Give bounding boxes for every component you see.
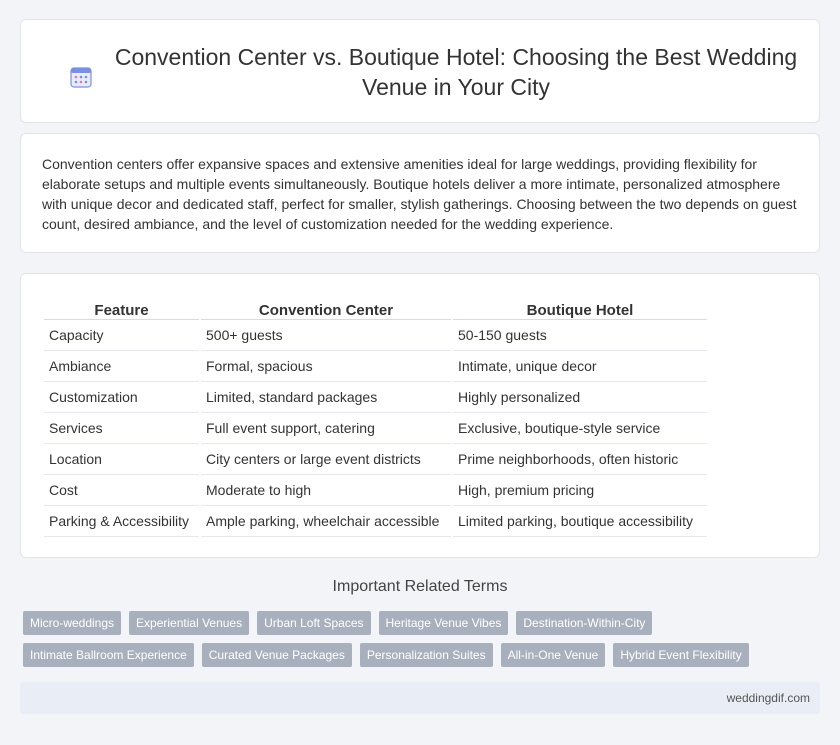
- calendar-icon: [70, 67, 92, 88]
- related-tags-row: Micro-weddings Experiential Venues Urban…: [23, 611, 823, 635]
- table-row: Customization Limited, standard packages…: [44, 382, 707, 413]
- boutique-cell: High, premium pricing: [453, 475, 707, 506]
- feature-cell: Capacity: [44, 320, 199, 351]
- intro-card: Convention centers offer expansive space…: [20, 133, 820, 253]
- tag-hybrid-event-flexibility[interactable]: Hybrid Event Flexibility: [613, 643, 749, 667]
- boutique-cell: Prime neighborhoods, often historic: [453, 444, 707, 475]
- boutique-cell: Exclusive, boutique-style service: [453, 413, 707, 444]
- header-feature: Feature: [44, 296, 199, 320]
- footer-site-link[interactable]: weddingdif.com: [727, 691, 810, 705]
- table-header-row: Feature Convention Center Boutique Hotel: [44, 296, 707, 320]
- comparison-card: Feature Convention Center Boutique Hotel…: [20, 273, 820, 558]
- comparison-table: Feature Convention Center Boutique Hotel…: [42, 296, 709, 537]
- feature-cell: Ambiance: [44, 351, 199, 382]
- tag-all-in-one-venue[interactable]: All-in-One Venue: [500, 643, 606, 667]
- table-row: Location City centers or large event dis…: [44, 444, 707, 475]
- tag-curated-venue-packages[interactable]: Curated Venue Packages: [201, 643, 352, 667]
- convention-cell: 500+ guests: [201, 320, 451, 351]
- convention-cell: Ample parking, wheelchair accessible: [201, 506, 451, 537]
- convention-cell: Formal, spacious: [201, 351, 451, 382]
- convention-cell: Limited, standard packages: [201, 382, 451, 413]
- boutique-cell: Highly personalized: [453, 382, 707, 413]
- table-row: Cost Moderate to high High, premium pric…: [44, 475, 707, 506]
- table-row: Ambiance Formal, spacious Intimate, uniq…: [44, 351, 707, 382]
- tag-intimate-ballroom-experience[interactable]: Intimate Ballroom Experience: [23, 643, 194, 667]
- feature-cell: Parking & Accessibility: [44, 506, 199, 537]
- tag-experiential-venues[interactable]: Experiential Venues: [129, 611, 250, 635]
- header-boutique-hotel: Boutique Hotel: [453, 296, 707, 320]
- feature-cell: Services: [44, 413, 199, 444]
- boutique-cell: Limited parking, boutique accessibility: [453, 506, 707, 537]
- title-card: Convention Center vs. Boutique Hotel: Ch…: [20, 19, 820, 123]
- feature-cell: Customization: [44, 382, 199, 413]
- table-row: Capacity 500+ guests 50-150 guests: [44, 320, 707, 351]
- footer: weddingdif.com: [20, 682, 820, 714]
- related-tags-row: Intimate Ballroom Experience Curated Ven…: [23, 643, 823, 667]
- tag-destination-within-city[interactable]: Destination-Within-City: [516, 611, 653, 635]
- tag-heritage-venue-vibes[interactable]: Heritage Venue Vibes: [378, 611, 509, 635]
- page-title: Convention Center vs. Boutique Hotel: Ch…: [114, 44, 798, 100]
- tag-urban-loft-spaces[interactable]: Urban Loft Spaces: [257, 611, 371, 635]
- boutique-cell: 50-150 guests: [453, 320, 707, 351]
- tag-micro-weddings[interactable]: Micro-weddings: [23, 611, 122, 635]
- boutique-cell: Intimate, unique decor: [453, 351, 707, 382]
- feature-cell: Location: [44, 444, 199, 475]
- convention-cell: Moderate to high: [201, 475, 451, 506]
- header-convention-center: Convention Center: [201, 296, 451, 320]
- convention-cell: City centers or large event districts: [201, 444, 451, 475]
- intro-text: Convention centers offer expansive space…: [42, 156, 797, 232]
- feature-cell: Cost: [44, 475, 199, 506]
- table-row: Parking & Accessibility Ample parking, w…: [44, 506, 707, 537]
- tag-personalization-suites[interactable]: Personalization Suites: [359, 643, 493, 667]
- table-row: Services Full event support, catering Ex…: [44, 413, 707, 444]
- convention-cell: Full event support, catering: [201, 413, 451, 444]
- related-terms-title: Important Related Terms: [332, 578, 508, 595]
